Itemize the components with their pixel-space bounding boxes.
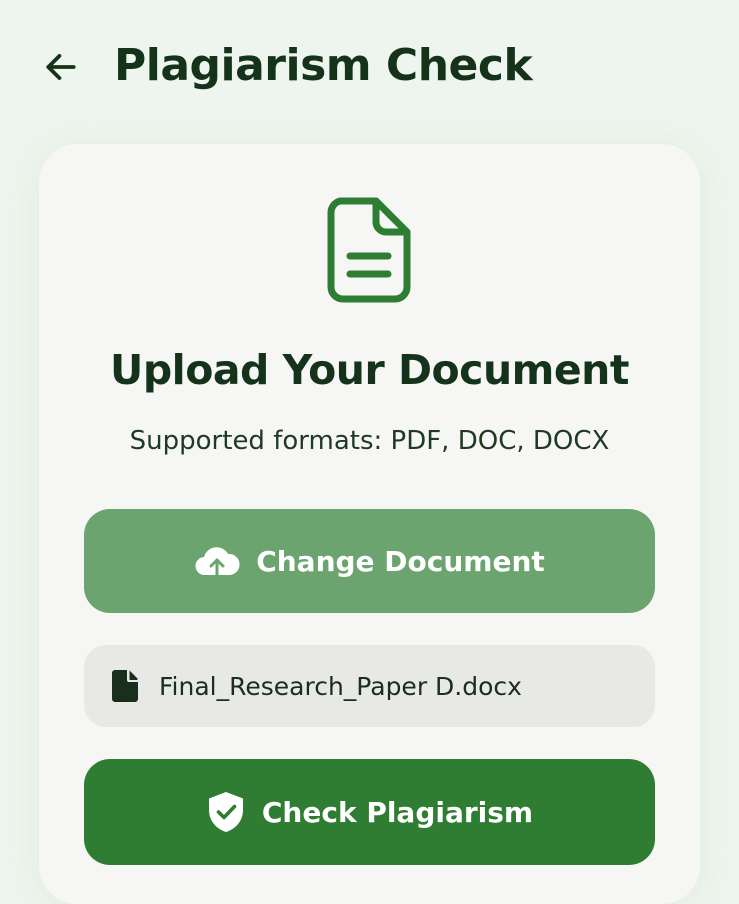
- file-icon: [112, 670, 138, 702]
- change-document-button[interactable]: Change Document: [84, 509, 655, 613]
- supported-formats-text: Supported formats: PDF, DOC, DOCX: [129, 426, 610, 456]
- selected-file-name: Final_Research_Paper D.docx: [159, 671, 522, 701]
- back-button[interactable]: [38, 44, 84, 90]
- check-plagiarism-label: Check Plagiarism: [261, 795, 534, 829]
- document-icon: [327, 197, 411, 303]
- cloud-upload-icon: [195, 547, 240, 578]
- change-document-label: Change Document: [256, 544, 545, 578]
- shield-check-icon: [208, 792, 243, 832]
- upload-title: Upload Your Document: [110, 346, 629, 394]
- upload-card: Upload Your Document Supported formats: …: [39, 144, 700, 904]
- selected-file-row: Final_Research_Paper D.docx: [84, 645, 655, 727]
- arrow-left-icon: [46, 54, 76, 80]
- page-title: Plagiarism Check: [114, 40, 533, 91]
- app-header: Plagiarism Check: [0, 0, 739, 135]
- check-plagiarism-button[interactable]: Check Plagiarism: [84, 759, 655, 865]
